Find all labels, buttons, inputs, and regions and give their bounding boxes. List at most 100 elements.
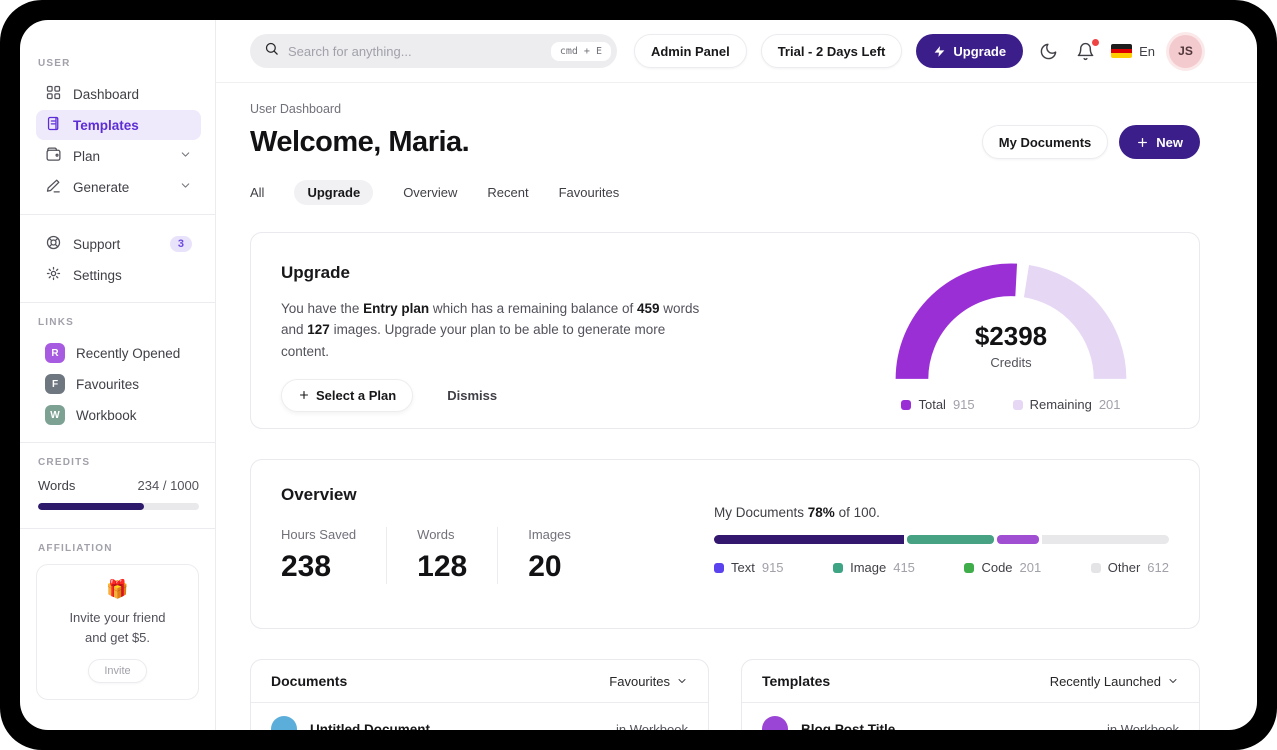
credits-value: 234 / 1000	[137, 478, 199, 493]
usage-segment-code	[996, 535, 1039, 544]
stat-images: Images 20	[497, 527, 601, 584]
dark-mode-toggle[interactable]	[1037, 40, 1060, 63]
device-frame: USER Dashboard Templates Plan Generate S…	[0, 0, 1277, 750]
template-location: in Workbook	[1106, 721, 1179, 731]
overview-stats-block: Overview Hours Saved 238 Words 128 Image…	[281, 485, 601, 603]
link-letter-avatar: R	[45, 343, 65, 363]
select-plan-button[interactable]: Select a Plan	[281, 378, 414, 412]
templates-filter-dropdown[interactable]: Recently Launched	[1050, 674, 1179, 689]
bottom-cards-row: Documents Favourites Untitled Document i…	[250, 659, 1200, 730]
lifebuoy-icon	[45, 234, 62, 254]
sidebar-item-templates[interactable]: Templates	[36, 110, 201, 140]
tab-recent[interactable]: Recent	[487, 180, 528, 205]
upgrade-card-left: Upgrade You have the Entry plan which ha…	[281, 263, 713, 412]
document-title: Untitled Document	[310, 721, 430, 731]
sidebar-section-user: USER	[38, 58, 71, 69]
user-avatar[interactable]: JS	[1169, 34, 1202, 68]
invite-button[interactable]: Invite	[88, 659, 147, 683]
gauge-legend: Total 915 Remaining 201	[895, 397, 1127, 412]
sidebar-item-dashboard[interactable]: Dashboard	[36, 79, 201, 109]
sidebar-divider	[20, 302, 215, 303]
sidebar-item-support[interactable]: Support 3	[36, 229, 201, 259]
usage-text: My Documents 78% of 100.	[714, 505, 880, 520]
sidebar: USER Dashboard Templates Plan Generate S…	[20, 20, 216, 730]
wallet-icon	[45, 146, 62, 166]
sidebar-divider	[20, 442, 215, 443]
search-input[interactable]	[288, 43, 551, 59]
sidebar-item-settings[interactable]: Settings	[36, 260, 201, 290]
upgrade-button[interactable]: Upgrade	[916, 34, 1024, 68]
usage-legend: Text 915 Image 415 Code 201 Other 612	[714, 560, 1169, 575]
legend-swatch	[901, 399, 912, 410]
new-button[interactable]: New	[1119, 125, 1200, 159]
sidebar-item-label: Dashboard	[73, 86, 140, 102]
overview-card: Overview Hours Saved 238 Words 128 Image…	[250, 459, 1200, 629]
my-documents-button[interactable]: My Documents	[981, 125, 1109, 159]
templates-card: Templates Recently Launched Blog Post Ti…	[741, 659, 1200, 730]
sidebar-item-workbook[interactable]: W Workbook	[36, 400, 201, 430]
upgrade-card-body: You have the Entry plan which has a rema…	[281, 301, 700, 359]
sidebar-section-credits: CREDITS	[38, 457, 91, 468]
sidebar-item-label: Workbook	[76, 407, 137, 423]
document-location: in Workbook	[615, 721, 688, 731]
sidebar-item-label: Plan	[73, 148, 101, 164]
app-window: USER Dashboard Templates Plan Generate S…	[20, 20, 1257, 730]
chevron-down-icon	[179, 179, 192, 195]
usage-segment-text	[714, 535, 905, 544]
usage-stacked-bar	[714, 535, 1169, 544]
sidebar-item-favourites[interactable]: F Favourites	[36, 369, 201, 399]
usage-segment-other	[1041, 535, 1169, 544]
legend-swatch	[1012, 399, 1023, 410]
usage-segment-image	[907, 535, 994, 544]
sidebar-item-plan[interactable]: Plan	[36, 141, 201, 171]
stat-hours-saved: Hours Saved 238	[281, 527, 357, 583]
notifications-button[interactable]	[1074, 38, 1100, 63]
sidebar-section-links: LINKS	[38, 317, 74, 328]
template-list-item[interactable]: Blog Post Title in Workbook	[742, 703, 1199, 730]
document-list-item[interactable]: Untitled Document in Workbook	[251, 703, 708, 730]
content: User Dashboard Welcome, Maria. My Docume…	[216, 83, 1257, 730]
sidebar-item-generate[interactable]: Generate	[36, 172, 201, 202]
credits-row: Words 234 / 1000	[38, 478, 199, 493]
document-avatar	[271, 716, 297, 730]
tab-upgrade[interactable]: Upgrade	[294, 180, 374, 205]
tabs: All Upgrade Overview Recent Favourites	[250, 180, 1200, 205]
affiliation-card: 🎁 Invite your friend and get $5. Invite	[36, 564, 199, 700]
credits-gauge-chart: $2398 Credits Total 915 Remaining 201	[895, 263, 1127, 412]
legend-item-code: Code 201	[964, 560, 1041, 575]
trial-badge-button[interactable]: Trial - 2 Days Left	[760, 34, 903, 68]
sidebar-section-affiliation: AFFILIATION	[38, 543, 113, 554]
gauge-subtitle: Credits	[990, 355, 1032, 370]
sidebar-item-recently-opened[interactable]: R Recently Opened	[36, 338, 201, 368]
pencil-icon	[45, 177, 62, 197]
plus-icon	[299, 391, 309, 400]
sidebar-item-label: Recently Opened	[76, 345, 181, 361]
lightning-icon	[934, 45, 945, 57]
topbar-actions: Admin Panel Trial - 2 Days Left Upgrade …	[633, 34, 1202, 68]
overview-card-title: Overview	[281, 485, 357, 504]
documents-filter-dropdown[interactable]: Favourites	[609, 674, 688, 689]
chevron-down-icon	[678, 679, 686, 683]
legend-item-total: Total 915	[901, 397, 975, 412]
dismiss-button[interactable]: Dismiss	[447, 388, 497, 403]
tab-all[interactable]: All	[250, 180, 264, 205]
moon-icon	[1040, 43, 1057, 59]
search-bar[interactable]: cmd + E	[250, 34, 617, 68]
template-title: Blog Post Title	[801, 721, 896, 731]
gift-icon: 🎁	[106, 579, 129, 599]
admin-panel-button[interactable]: Admin Panel	[633, 34, 747, 68]
tab-favourites[interactable]: Favourites	[559, 180, 620, 205]
affiliation-text: Invite your friend and get $5.	[69, 610, 166, 645]
language-selector[interactable]: En	[1111, 44, 1155, 59]
support-badge: 3	[169, 236, 192, 252]
link-letter-avatar: F	[45, 374, 65, 394]
credits-progress-fill	[38, 503, 145, 510]
tab-overview[interactable]: Overview	[403, 180, 457, 205]
search-icon	[264, 41, 279, 61]
page-title: Welcome, Maria.	[250, 125, 470, 158]
legend-swatch	[714, 562, 724, 573]
sidebar-item-label: Support	[73, 236, 121, 252]
breadcrumb: User Dashboard	[250, 102, 342, 116]
credits-label: Words	[38, 478, 76, 493]
template-avatar	[762, 716, 788, 730]
